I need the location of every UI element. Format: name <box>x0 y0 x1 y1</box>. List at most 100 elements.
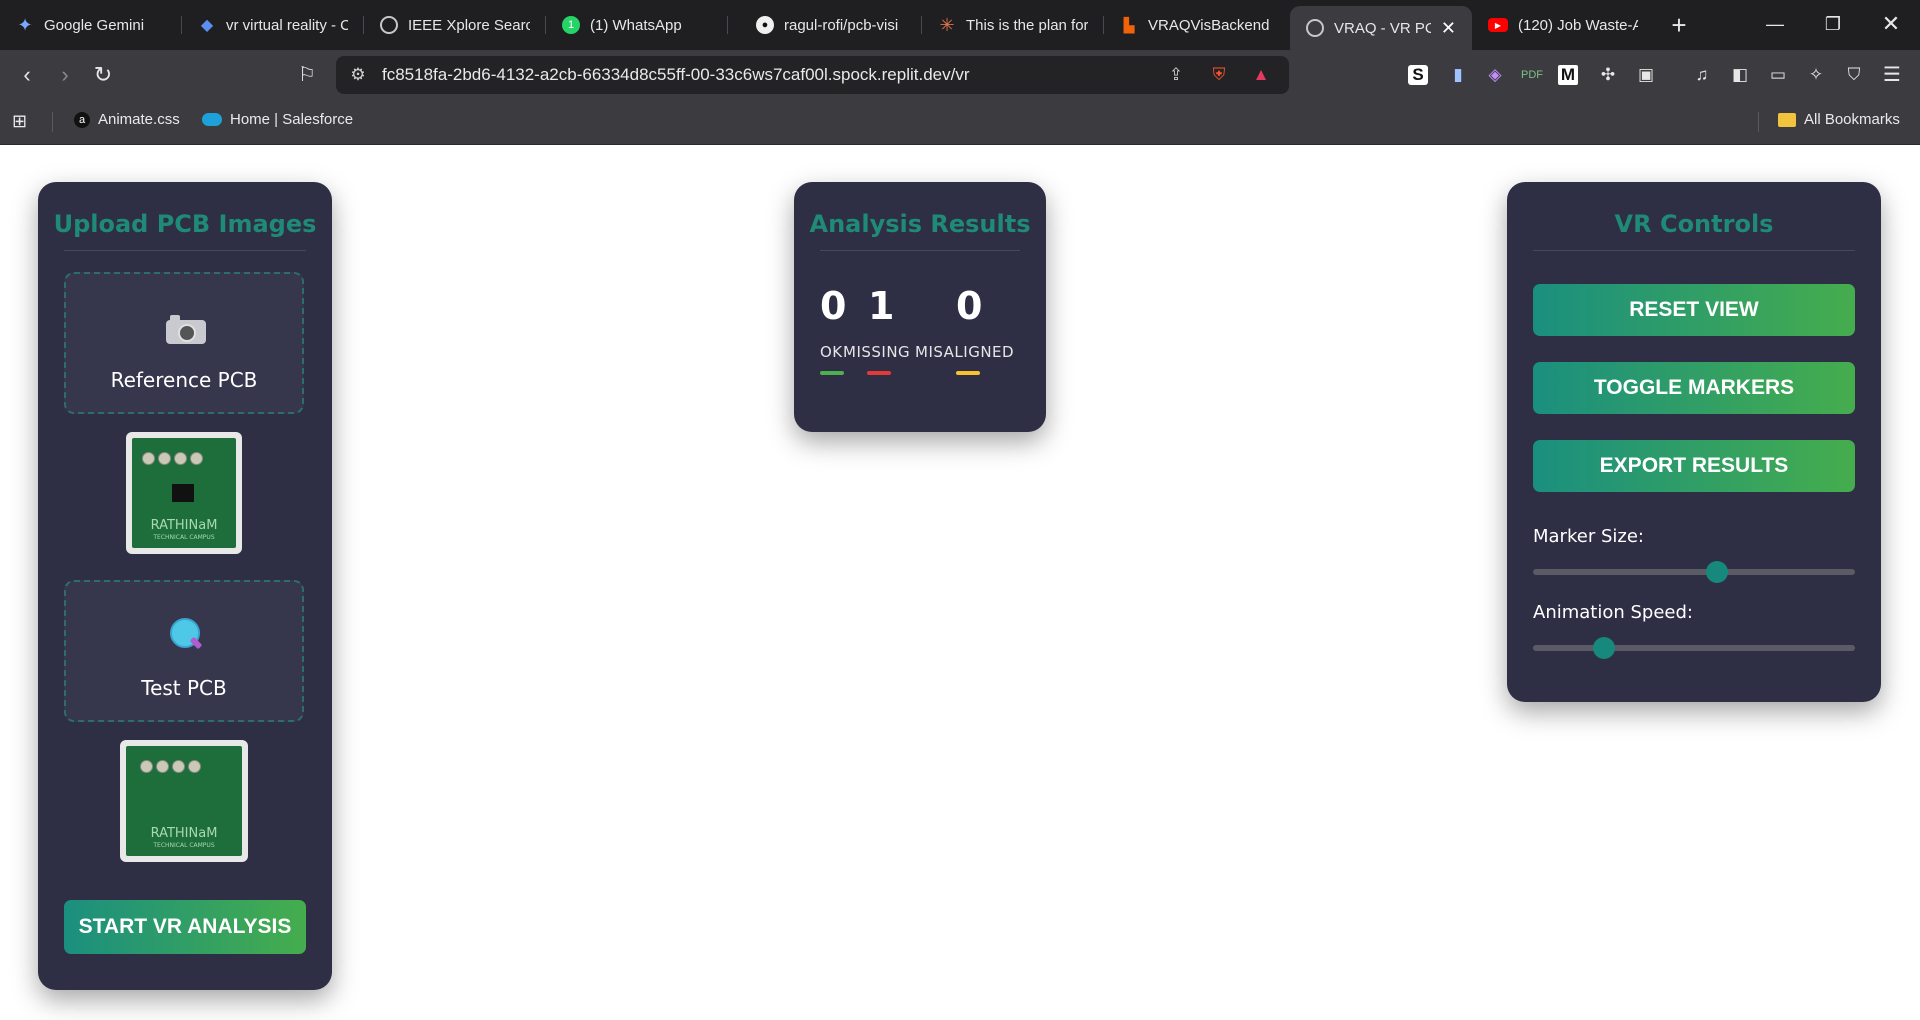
extensions-puzzle-icon[interactable]: ✣ <box>1596 63 1620 87</box>
test-pcb-upload[interactable]: Test PCB <box>64 580 304 722</box>
screenshot-icon[interactable]: ▣ <box>1634 63 1658 87</box>
minimize-icon[interactable]: — <box>1746 0 1804 48</box>
browser-toolbar: ‹ › ↻ ⚐ ⚙ fc8518fa-2bd6-4132-a2cb-66334d… <box>0 50 1920 100</box>
toggle-markers-button[interactable]: TOGGLE MARKERS <box>1533 362 1855 414</box>
extension-s-icon[interactable]: S <box>1408 65 1428 85</box>
bookmark-icon[interactable]: ⚐ <box>294 62 320 88</box>
bookmark-label: Animate.css <box>98 111 180 128</box>
tab-youtube[interactable]: ▶ (120) Job Waste-A <box>1472 0 1654 50</box>
sidebar-icon[interactable]: ◧ <box>1728 63 1752 87</box>
whatsapp-icon: 1 <box>562 16 580 34</box>
bookmarks-divider <box>52 112 53 132</box>
results-panel-title: Analysis Results <box>809 210 1031 238</box>
marker-size-label: Marker Size: <box>1533 526 1644 547</box>
upload-panel: Upload PCB Images Reference PCB RATHINaM… <box>38 182 332 990</box>
tab-google-gemini[interactable]: ✦ Google Gemini <box>0 0 182 50</box>
test-pcb-label: Test PCB <box>141 676 227 700</box>
address-bar[interactable]: ⚙ fc8518fa-2bd6-4132-a2cb-66334d8c55ff-0… <box>336 56 1289 94</box>
tab-github[interactable]: ● ragul-rofi/pcb-visi <box>740 0 922 50</box>
tab-label: vr virtual reality - C <box>226 16 348 34</box>
youtube-icon: ▶ <box>1488 18 1508 32</box>
apps-grid-icon[interactable]: ⊞ <box>12 111 27 132</box>
vr-controls-title: VR Controls <box>1614 210 1774 238</box>
pcb-brand-text: RATHINaM <box>150 826 218 841</box>
marker-size-thumb[interactable] <box>1705 561 1728 583</box>
new-tab-button[interactable]: + <box>1664 10 1694 40</box>
bookmark-salesforce[interactable]: Home | Salesforce <box>202 111 353 128</box>
animation-speed-label: Animation Speed: <box>1533 602 1693 623</box>
tab-vraq-vr-pcb[interactable]: VRAQ - VR PC ✕ <box>1290 6 1472 50</box>
title-divider <box>820 250 1020 251</box>
tab-label: ragul-rofi/pcb-visi <box>784 16 899 34</box>
tab-bar: ✦ Google Gemini ◆ vr virtual reality - C… <box>0 0 1920 50</box>
globe-icon <box>1306 19 1324 37</box>
diamond-icon: ◆ <box>200 17 214 34</box>
claude-icon: ✳ <box>939 14 955 35</box>
analysis-results-panel: Analysis Results 0 OK 1 MISSING 0 MISALI… <box>794 182 1046 432</box>
bookmarks-divider <box>1758 112 1759 132</box>
bookmark-animate-css[interactable]: a Animate.css <box>74 111 180 128</box>
tab-ieee-xplore[interactable]: IEEE Xplore Search <box>364 0 546 50</box>
tab-label: IEEE Xplore Search <box>408 16 530 34</box>
misaligned-indicator-bar <box>956 371 980 375</box>
tab-whatsapp[interactable]: 1 (1) WhatsApp <box>546 0 728 50</box>
reload-icon[interactable]: ↻ <box>90 62 116 88</box>
pcb-brand-subtext: TECHNICAL CAMPUS <box>153 842 215 849</box>
tab-label: Google Gemini <box>44 16 145 34</box>
animation-speed-thumb[interactable] <box>1592 637 1615 659</box>
tab-label: (120) Job Waste-A <box>1518 16 1638 34</box>
bookmarks-bar: ⊞ a Animate.css Home | Salesforce All Bo… <box>0 100 1920 145</box>
ok-count: 0 <box>820 284 847 328</box>
tab-label: This is the plan for <box>966 16 1088 34</box>
start-vr-analysis-button[interactable]: START VR ANALYSIS <box>64 900 306 954</box>
extension-medium-icon[interactable]: M <box>1558 65 1578 85</box>
test-pcb-image: RATHINaM TECHNICAL CAMPUS <box>120 740 248 862</box>
gemini-icon: ✦ <box>17 14 33 35</box>
close-tab-icon[interactable]: ✕ <box>1441 19 1456 37</box>
tab-vraqvisbackend[interactable]: ▙ VRAQVisBackend - <box>1104 0 1286 50</box>
salesforce-icon <box>202 113 222 126</box>
media-icon[interactable]: ♫ <box>1690 63 1714 87</box>
ok-label: OK <box>820 343 843 361</box>
missing-indicator-bar <box>867 371 891 375</box>
export-results-button[interactable]: EXPORT RESULTS <box>1533 440 1855 492</box>
reference-pcb-upload[interactable]: Reference PCB <box>64 272 304 414</box>
menu-icon[interactable]: ☰ <box>1880 63 1904 87</box>
leo-ai-icon[interactable]: ✧ <box>1804 63 1828 87</box>
site-settings-icon[interactable]: ⚙ <box>348 65 368 85</box>
all-bookmarks-button[interactable]: All Bookmarks <box>1778 111 1900 128</box>
misaligned-count: 0 <box>956 284 983 328</box>
close-window-icon[interactable]: ✕ <box>1862 0 1920 48</box>
pcb-brand-text: RATHINaM <box>150 518 218 533</box>
pcb-brand-subtext: TECHNICAL CAMPUS <box>153 534 215 541</box>
reference-pcb-label: Reference PCB <box>110 368 258 392</box>
marker-size-slider[interactable] <box>1533 561 1855 583</box>
brave-rewards-icon[interactable]: ▲ <box>1251 65 1271 85</box>
forward-icon[interactable]: › <box>52 62 78 88</box>
reference-pcb-image: RATHINaM TECHNICAL CAMPUS <box>126 432 242 554</box>
title-divider <box>64 250 306 251</box>
vpn-icon[interactable]: ⛉ <box>1842 63 1866 87</box>
magnifier-icon <box>170 618 203 650</box>
vr-controls-panel: VR Controls RESET VIEW TOGGLE MARKERS EX… <box>1507 182 1881 702</box>
animation-speed-slider[interactable] <box>1533 637 1855 659</box>
tab-label: VRAQ - VR PC <box>1334 19 1431 37</box>
tab-vr-virtual-reality[interactable]: ◆ vr virtual reality - C <box>182 0 364 50</box>
tab-label: VRAQVisBackend - <box>1148 16 1270 34</box>
missing-label: MISSING <box>843 343 911 361</box>
brave-shields-icon[interactable]: ⛨ <box>1209 65 1229 85</box>
camera-icon <box>166 315 206 344</box>
upload-panel-title: Upload PCB Images <box>53 210 317 238</box>
extension-doc-icon[interactable]: ▮ <box>1446 63 1470 87</box>
extension-lock-icon[interactable]: ◈ <box>1483 63 1507 87</box>
wallet-icon[interactable]: ▭ <box>1766 63 1790 87</box>
share-icon[interactable]: ⇪ <box>1166 65 1186 85</box>
extension-pdf-icon[interactable]: PDF <box>1520 63 1544 87</box>
reset-view-button[interactable]: RESET VIEW <box>1533 284 1855 336</box>
globe-icon <box>380 16 398 34</box>
amazon-icon: a <box>74 111 90 128</box>
back-icon[interactable]: ‹ <box>14 62 40 88</box>
tab-claude-plan[interactable]: ✳ This is the plan for <box>922 0 1104 50</box>
restore-icon[interactable]: ❐ <box>1804 0 1862 48</box>
misaligned-label: MISALIGNED <box>915 343 1015 361</box>
